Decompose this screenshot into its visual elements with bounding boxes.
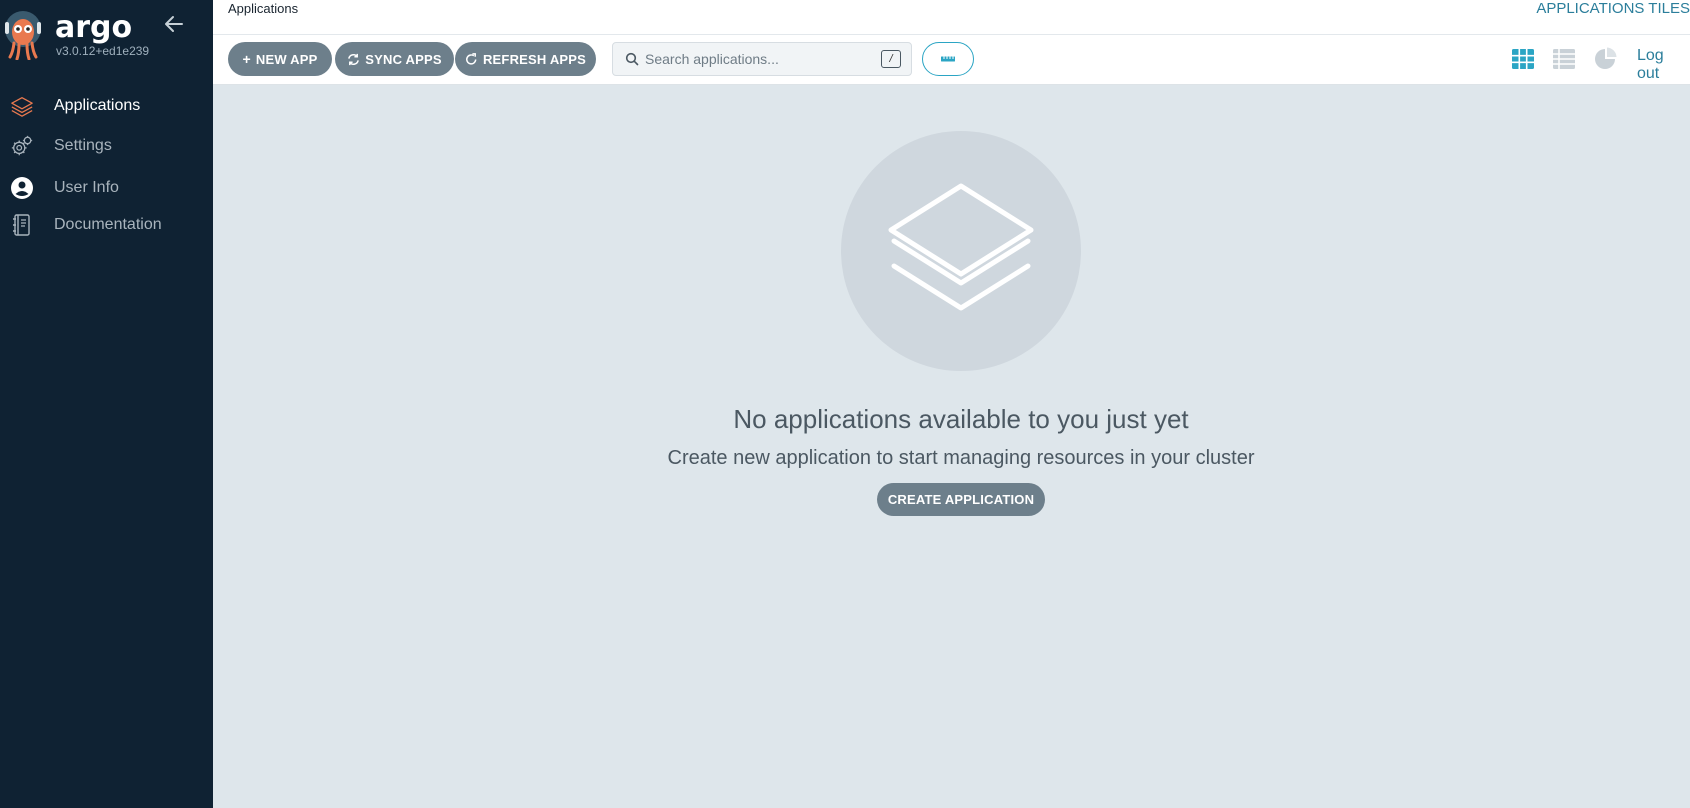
plus-icon: + <box>242 51 251 67</box>
sidebar-item-label: User Info <box>54 179 119 196</box>
layers-icon <box>10 94 34 118</box>
collapse-sidebar-arrow-icon[interactable] <box>162 12 186 36</box>
sidebar: argo v3.0.12+ed1e239 Applications Settin… <box>0 0 213 808</box>
empty-state-illustration <box>841 131 1081 371</box>
toolbar: + NEW APP SYNC APPS REFRESH APPS / <box>213 35 1690 85</box>
page-title: APPLICATIONS TILES <box>1536 0 1690 17</box>
logout-link[interactable]: Log out <box>1637 47 1690 83</box>
breadcrumb[interactable]: Applications <box>228 1 298 16</box>
sync-icon <box>348 53 360 65</box>
search-icon <box>625 52 639 66</box>
argo-mascot-logo <box>5 11 41 60</box>
favorites-filter-button[interactable] <box>922 42 974 76</box>
search-box: / <box>612 42 912 76</box>
pie-chart-view-icon[interactable] <box>1593 47 1617 71</box>
top-header: Applications APPLICATIONS TILES <box>213 0 1690 35</box>
layers-icon <box>888 183 1034 311</box>
search-input[interactable] <box>645 43 875 75</box>
gears-icon <box>10 134 34 158</box>
refresh-apps-button[interactable]: REFRESH APPS <box>455 42 596 76</box>
version-label: v3.0.12+ed1e239 <box>56 44 150 58</box>
sidebar-item-documentation[interactable]: Documentation <box>0 207 213 243</box>
empty-state-subtitle: Create new application to start managing… <box>667 447 1255 469</box>
empty-state-title: No applications available to you just ye… <box>733 404 1189 434</box>
new-app-button[interactable]: + NEW APP <box>228 42 332 76</box>
refresh-icon <box>466 52 477 65</box>
create-application-button[interactable]: CREATE APPLICATION <box>877 483 1045 516</box>
sync-apps-button[interactable]: SYNC APPS <box>335 42 454 76</box>
sidebar-item-settings[interactable]: Settings <box>0 128 213 164</box>
new-app-label: NEW APP <box>255 51 318 67</box>
refresh-apps-label: REFRESH APPS <box>482 51 587 67</box>
sidebar-item-applications[interactable]: Applications <box>0 88 213 124</box>
sidebar-item-label: Applications <box>54 97 141 114</box>
book-icon <box>10 213 34 237</box>
sidebar-item-label: Documentation <box>54 216 162 233</box>
search-shortcut-key: / <box>881 50 901 68</box>
sync-apps-label: SYNC APPS <box>365 51 442 67</box>
list-view-icon[interactable] <box>1552 47 1576 71</box>
logo-text: argo <box>55 10 133 45</box>
ruler-icon <box>941 56 955 62</box>
sidebar-item-label: Settings <box>54 137 112 154</box>
sidebar-item-user-info[interactable]: User Info <box>0 170 213 206</box>
user-circle-icon <box>10 176 34 200</box>
logo-area: argo v3.0.12+ed1e239 <box>0 0 213 70</box>
tiles-view-icon[interactable] <box>1511 47 1535 71</box>
